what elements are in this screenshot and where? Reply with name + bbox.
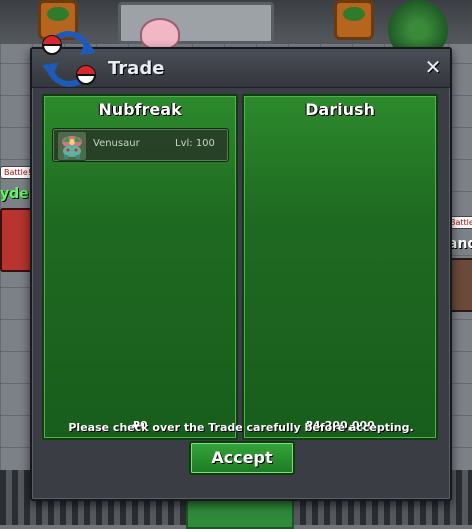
trade-panel-left: Nubfreak Venusaur Lvl: 100 ₽0: [42, 94, 238, 440]
trader-name-right: Dariush: [305, 100, 375, 119]
venusaur-icon: [57, 131, 87, 161]
close-icon: ✕: [424, 55, 442, 79]
trade-panels: Nubfreak Venusaur Lvl: 100 ₽0 Dariush ₽4…: [42, 94, 440, 440]
close-button[interactable]: ✕: [422, 56, 444, 78]
dialog-titlebar[interactable]: Trade ✕: [32, 31, 450, 88]
pokemon-name: Venusaur: [93, 138, 140, 149]
pokemon-level: Lvl: 100: [175, 138, 215, 149]
trade-dialog: Trade ✕ Nubfreak Venusaur Lvl: 100 ₽0 Da…: [30, 31, 452, 501]
trader-name-left: Nubfreak: [98, 100, 182, 119]
trade-panel-right: Dariush ₽4,200,000: [242, 94, 438, 440]
green-mat: [186, 498, 294, 529]
plant-pot-right: [334, 0, 374, 40]
trade-icon: [42, 31, 96, 87]
npc-pokemon[interactable]: [140, 18, 180, 50]
trade-notice: Please check over the Trade carefully be…: [68, 421, 414, 434]
player-sprite-left[interactable]: [0, 208, 32, 272]
dialog-title: Trade: [108, 58, 165, 79]
pokemon-slot[interactable]: Venusaur Lvl: 100: [52, 128, 229, 162]
accept-button[interactable]: Accept: [189, 441, 295, 475]
